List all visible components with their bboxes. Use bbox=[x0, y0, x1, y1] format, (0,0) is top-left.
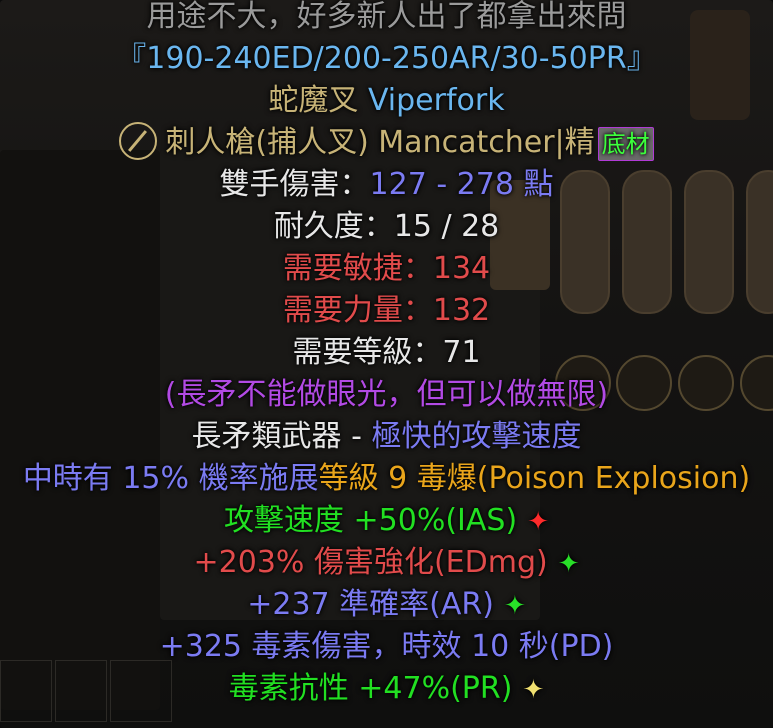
stat-ranges: 『190-240ED/200-250AR/30-50PR』 bbox=[116, 41, 657, 76]
unique-name-en: Viperfork bbox=[367, 83, 505, 118]
base-type: 刺人槍(捕人叉) Mancatcher|精 底材 bbox=[0, 121, 773, 164]
star-icon: ✦ bbox=[527, 507, 549, 537]
weapon-class: 長矛類武器 - bbox=[191, 419, 372, 454]
attack-speed-class: 極快的攻擊速度 bbox=[371, 419, 582, 454]
proc-line: 中時有 15% 機率施展等級 9 毒爆(Poison Explosion) bbox=[0, 458, 773, 500]
star-icon: ✦ bbox=[522, 675, 545, 705]
unique-name-cn: 蛇魔叉 bbox=[268, 83, 359, 118]
item-tooltip: 用途不大，好多新人出了都拿出來問 『190-240ED/200-250AR/30… bbox=[0, 0, 773, 728]
durability-line: 耐久度：15 / 28 bbox=[273, 209, 500, 244]
pr-line: 毒素抗性 +47%(PR) ✦ bbox=[0, 668, 773, 710]
ias-stat: 攻擊速度 +50%(IAS) bbox=[224, 503, 518, 538]
ias-line: 攻擊速度 +50%(IAS) ✦ bbox=[0, 500, 773, 542]
star-icon: ✦ bbox=[557, 549, 580, 579]
proc-level: 等級 9 毒爆 bbox=[318, 461, 477, 496]
required-strength: 需要力量：132 bbox=[282, 293, 491, 328]
proc-skill: (Poison Explosion) bbox=[476, 461, 751, 496]
required-dexterity: 需要敏捷：134 bbox=[282, 251, 491, 286]
weapon-class-line: 長矛類武器 - 極快的攻擊速度 bbox=[0, 416, 773, 458]
pr-stat: 毒素抗性 +47%(PR) bbox=[228, 671, 513, 706]
edmg-stat: +203% 傷害強化(EDmg) bbox=[193, 545, 548, 580]
base-badge: 底材 bbox=[597, 126, 654, 161]
compass-icon bbox=[119, 121, 158, 160]
damage-line: 雙手傷害：127 - 278 點 bbox=[0, 164, 773, 206]
edmg-line: +203% 傷害強化(EDmg) ✦ bbox=[0, 542, 773, 584]
damage-label: 雙手傷害： bbox=[219, 167, 370, 202]
star-icon: ✦ bbox=[503, 591, 526, 621]
required-level: 需要等級：71 bbox=[292, 335, 481, 370]
remark-line: (長矛不能做眼光，但可以做無限) bbox=[164, 377, 609, 412]
note-line: 用途不大，好多新人出了都拿出來問 bbox=[146, 0, 627, 34]
ar-stat: +237 準確率(AR) bbox=[247, 587, 494, 622]
unique-name: 蛇魔叉 Viperfork bbox=[0, 80, 773, 122]
damage-value: 127 - 278 點 bbox=[369, 167, 554, 202]
base-type-name: 刺人槍(捕人叉) Mancatcher|精 bbox=[165, 125, 595, 160]
proc-chance: 中時有 15% 機率施展 bbox=[22, 461, 319, 496]
ar-line: +237 準確率(AR) ✦ bbox=[0, 584, 773, 626]
pd-line: +325 毒素傷害，時效 10 秒(PD) bbox=[159, 629, 614, 664]
